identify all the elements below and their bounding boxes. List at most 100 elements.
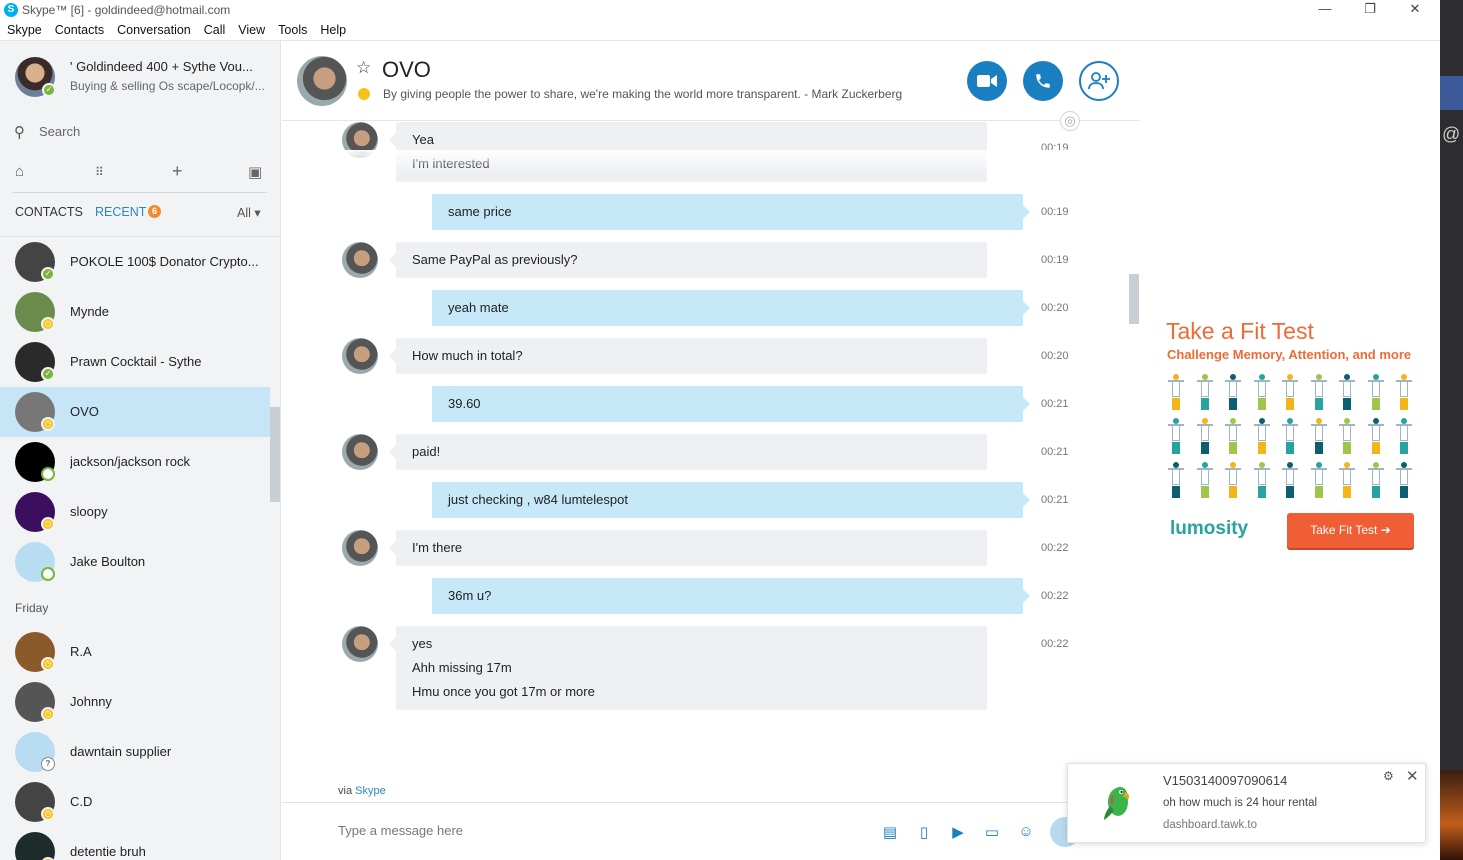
- contact-row[interactable]: jackson/jackson rock: [0, 437, 270, 487]
- home-icon[interactable]: ⌂: [15, 163, 24, 180]
- take-fit-test-button[interactable]: Take Fit Test ➔: [1287, 513, 1414, 548]
- contact-row[interactable]: ◷ C.D: [0, 777, 270, 827]
- contact-row[interactable]: ◷ Johnny: [0, 677, 270, 727]
- tawk-parrot-icon: [1104, 787, 1129, 820]
- message-input[interactable]: Type a message here: [338, 823, 463, 838]
- send-contact-icon[interactable]: ▭: [982, 823, 1002, 841]
- ad-figure: [1168, 374, 1184, 412]
- menu-call[interactable]: Call: [197, 20, 232, 37]
- outgoing-message[interactable]: yeah mate: [432, 290, 1030, 326]
- contact-avatar[interactable]: [297, 56, 347, 106]
- close-window-button[interactable]: ✕: [1392, 0, 1438, 20]
- message-text: Hmu once you got 17m or more: [412, 684, 595, 699]
- contact-name: C.D: [70, 794, 93, 809]
- ad-figure: [1168, 462, 1184, 500]
- status-offline-icon: [41, 567, 55, 581]
- ad-figure: [1310, 418, 1327, 456]
- ad-figure: [1253, 462, 1270, 500]
- menu-contacts[interactable]: Contacts: [48, 20, 110, 37]
- filter-dropdown[interactable]: All ▾: [237, 205, 261, 220]
- audio-call-button[interactable]: [1023, 61, 1063, 101]
- send-media-icon[interactable]: ▤: [880, 823, 900, 841]
- ad-figure: [1396, 374, 1412, 412]
- outgoing-message[interactable]: same price: [432, 194, 1030, 230]
- ad-figure: [1339, 418, 1355, 456]
- video-call-button[interactable]: [967, 61, 1007, 101]
- contact-row[interactable]: ? dawntain supplier: [0, 727, 270, 777]
- contact-tabs: CONTACTS RECENT 6 All ▾: [15, 205, 270, 223]
- menu-view[interactable]: View: [231, 20, 271, 37]
- contact-row[interactable]: Jake Boulton: [0, 537, 270, 587]
- gear-icon[interactable]: ⚙: [1383, 769, 1394, 783]
- bot-icon[interactable]: ▣: [248, 163, 262, 181]
- contact-name: Jake Boulton: [70, 554, 146, 569]
- menu-skype[interactable]: Skype: [0, 20, 48, 37]
- incoming-message[interactable]: I'm there: [389, 530, 987, 566]
- phone-icon: [1036, 74, 1050, 88]
- sender-avatar[interactable]: [342, 530, 378, 566]
- emoticon-icon[interactable]: ☺: [1016, 823, 1036, 841]
- contact-row[interactable]: ◷ sloopy: [0, 487, 270, 537]
- message-timestamp: 00:19: [1041, 254, 1069, 266]
- incoming-message[interactable]: How much in total?: [389, 338, 987, 374]
- video-message-icon[interactable]: ▶: [948, 823, 968, 841]
- menu-help[interactable]: Help: [313, 20, 352, 37]
- incoming-message[interactable]: yes Ahh missing 17m Hmu once you got 17m o…: [389, 626, 987, 710]
- search-input[interactable]: Search: [39, 124, 80, 139]
- message-text: just checking , w84 lumtelespot: [448, 492, 628, 507]
- dialpad-icon[interactable]: ⠿: [95, 165, 104, 179]
- menu-tools[interactable]: Tools: [271, 20, 313, 37]
- message-text: 36m u?: [448, 588, 492, 603]
- contact-row[interactable]: ◷ Mynde: [0, 287, 270, 337]
- sender-avatar[interactable]: [342, 434, 378, 470]
- add-icon[interactable]: +: [172, 161, 183, 182]
- sender-avatar[interactable]: [342, 242, 378, 278]
- minimize-button[interactable]: —: [1302, 0, 1348, 20]
- contact-row[interactable]: ✓ POKOLE 100$ Donator Crypto...: [0, 237, 270, 287]
- outgoing-message[interactable]: 36m u?: [432, 578, 1030, 614]
- message-timestamp: 00:20: [1041, 350, 1069, 362]
- contact-row[interactable]: ✓ Prawn Cocktail - Sythe: [0, 337, 270, 387]
- toast-source: dashboard.tawk.to: [1163, 819, 1257, 831]
- contact-name: jackson/jackson rock: [70, 454, 190, 469]
- close-icon[interactable]: ✕: [1406, 767, 1419, 785]
- outgoing-message[interactable]: just checking , w84 lumtelespot: [432, 482, 1030, 518]
- status-away-icon: ◷: [41, 707, 55, 721]
- ad-figure: [1339, 462, 1355, 500]
- ad-figure: [1310, 462, 1327, 500]
- favorite-star-icon[interactable]: ☆: [356, 58, 371, 78]
- sidebar: ✓ ' Goldindeed 400 + Sythe Vou... Buying…: [0, 41, 281, 860]
- sender-avatar[interactable]: [342, 626, 378, 662]
- menu-conversation[interactable]: Conversation: [110, 20, 197, 37]
- ad-figure: [1282, 462, 1298, 500]
- send-file-icon[interactable]: ▯: [914, 823, 934, 841]
- via-skype-link[interactable]: Skype: [355, 785, 386, 797]
- incoming-message[interactable]: paid!: [389, 434, 987, 470]
- chat-scrollbar[interactable]: [1129, 274, 1139, 324]
- message-timestamp: 00:21: [1041, 494, 1069, 506]
- contact-row[interactable]: ◷ OVO: [0, 387, 270, 437]
- tab-recent[interactable]: RECENT: [95, 205, 146, 219]
- profile-card[interactable]: ✓ ' Goldindeed 400 + Sythe Vou... Buying…: [0, 41, 280, 113]
- search-box[interactable]: ⚲ Search: [14, 123, 269, 143]
- maximize-button[interactable]: ❐: [1347, 0, 1393, 20]
- advertisement[interactable]: Take a Fit Test Challenge Memory, Attent…: [1160, 318, 1430, 558]
- profile-name: ' Goldindeed 400 + Sythe Vou...: [70, 59, 253, 74]
- notification-toast[interactable]: V1503140097090614 oh how much is 24 hour…: [1067, 763, 1426, 843]
- outgoing-message[interactable]: 39.60: [432, 386, 1030, 422]
- incoming-message[interactable]: Same PayPal as previously?: [389, 242, 987, 278]
- tab-contacts[interactable]: CONTACTS: [15, 205, 83, 219]
- window-title: Skype™ [6] - goldindeed@hotmail.com: [22, 3, 231, 17]
- sidebar-scrollbar[interactable]: [270, 407, 280, 502]
- background-image: [1440, 770, 1463, 860]
- status-away-icon: ◷: [41, 517, 55, 531]
- contact-row[interactable]: ◷detentie bruh: [0, 827, 270, 860]
- sender-avatar[interactable]: [342, 338, 378, 374]
- status-unknown-icon: ?: [41, 757, 55, 771]
- ad-figure: [1225, 374, 1241, 412]
- background-panel: [1440, 76, 1463, 110]
- add-participant-button[interactable]: [1079, 61, 1119, 101]
- message-timestamp: 00:19: [1041, 206, 1069, 218]
- status-online-icon: ✓: [41, 367, 55, 381]
- contact-row[interactable]: ◷ R.A: [0, 627, 270, 677]
